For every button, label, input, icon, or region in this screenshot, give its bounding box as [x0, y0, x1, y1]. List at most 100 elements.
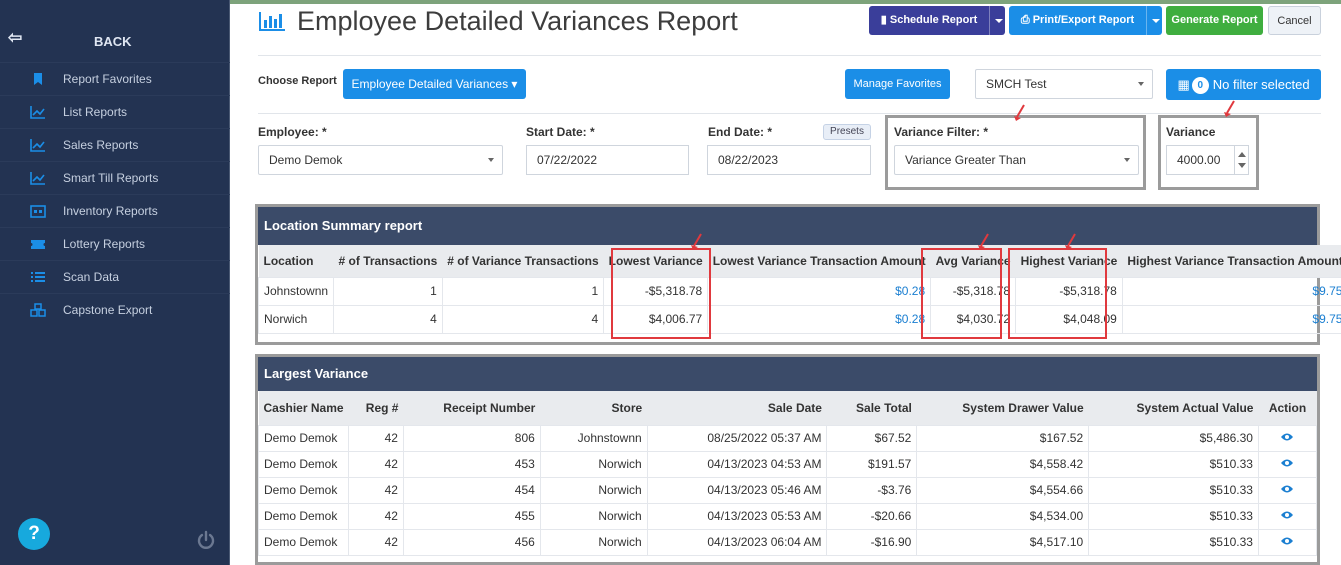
eye-icon[interactable]	[1280, 510, 1294, 520]
store-select-value: SMCH Test	[986, 77, 1047, 91]
manage-favorites-button[interactable]: Manage Favorites	[845, 69, 950, 99]
table-cell: -$20.66	[826, 502, 918, 530]
table-cell: $510.33	[1088, 450, 1259, 478]
filter-label: No filter selected	[1212, 77, 1310, 92]
chevron-down-icon	[488, 158, 494, 162]
view-action[interactable]	[1257, 450, 1318, 478]
end-date-input[interactable]: 08/22/2023	[707, 145, 871, 175]
amount-link[interactable]: $9.75	[1121, 276, 1341, 306]
table-cell: 04/13/2023 05:53 AM	[646, 502, 828, 530]
sidebar-item-lottery-reports[interactable]: Lottery Reports	[0, 227, 230, 260]
filter-count-badge: 0	[1191, 77, 1209, 94]
amount-link[interactable]: $9.75	[1121, 304, 1341, 334]
bar-chart-icon	[258, 10, 286, 32]
top-accent-strip	[230, 0, 1341, 4]
sidebar-item-scan-data[interactable]: Scan Data	[0, 260, 230, 293]
table-cell: 42	[348, 476, 404, 504]
start-date-input[interactable]: 07/22/2022	[526, 145, 689, 175]
column-header: Location	[258, 245, 334, 277]
table-cell: 04/13/2023 05:46 AM	[646, 476, 828, 504]
table-row: Demo Demok 42 806 Johnstownn 08/25/2022 05:3…	[257, 424, 1318, 452]
store-select[interactable]: SMCH Test	[975, 69, 1153, 99]
table-cell: 454	[402, 476, 541, 504]
eye-icon[interactable]	[1280, 432, 1294, 442]
choose-report-label: Choose Report	[258, 75, 337, 87]
table-row: Johnstownn 1 1 -$5,318.78 $0.28 -$5,318.78 -$5…	[257, 276, 1341, 306]
list-icon	[30, 270, 46, 284]
view-action[interactable]	[1257, 528, 1318, 556]
sidebar-item-smart-till-reports[interactable]: Smart Till Reports	[0, 161, 230, 194]
print-export-button[interactable]: ⎙ Print/Export Report	[1009, 6, 1162, 35]
table-cell: $4,517.10	[916, 528, 1090, 556]
table-cell: $4,534.00	[916, 502, 1090, 530]
employee-select-value: Demo Demok	[269, 153, 343, 167]
variance-filter-label: Variance Filter: *	[894, 125, 989, 139]
eye-icon[interactable]	[1280, 484, 1294, 494]
generate-report-button[interactable]: Generate Report	[1166, 6, 1263, 35]
column-header: # of Transactions	[333, 245, 443, 277]
cubes-icon	[30, 303, 46, 317]
sidebar-item-inventory-reports[interactable]: Inventory Reports	[0, 194, 230, 227]
schedule-dropdown-icon[interactable]	[989, 6, 1005, 35]
column-header: Store	[540, 391, 648, 425]
table-cell: $5,486.30	[1088, 424, 1259, 452]
sidebar-item-capstone-export[interactable]: Capstone Export	[0, 293, 230, 326]
sidebar-nav: Report Favorites List Reports Sales Report…	[0, 62, 230, 326]
variance-filter-select[interactable]: Variance Greater Than	[894, 145, 1139, 175]
cancel-button[interactable]: Cancel	[1268, 6, 1321, 35]
eye-icon[interactable]	[1280, 458, 1294, 468]
sidebar-item-label: Report Favorites	[63, 72, 152, 86]
view-action[interactable]	[1257, 502, 1318, 530]
table-cell: $510.33	[1088, 528, 1259, 556]
print-dropdown-icon[interactable]	[1146, 6, 1162, 35]
annotation-arrow-icon	[691, 233, 702, 250]
table-cell: $167.52	[916, 424, 1090, 452]
eye-icon[interactable]	[1280, 536, 1294, 546]
choose-report-dropdown[interactable]: Employee Detailed Variances ▾	[343, 69, 526, 99]
variance-filter-value: Variance Greater Than	[905, 153, 1026, 167]
help-icon[interactable]: ?	[18, 518, 50, 550]
table-cell: 04/13/2023 06:04 AM	[646, 528, 828, 556]
sidebar-item-sales-reports[interactable]: Sales Reports	[0, 128, 230, 161]
column-header: Receipt Number	[403, 391, 541, 425]
presets-button[interactable]: Presets	[823, 124, 871, 140]
amount-link[interactable]: $0.28	[707, 276, 932, 306]
schedule-report-button[interactable]: ▮ Schedule Report	[869, 6, 1005, 35]
column-header: Sale Date	[647, 391, 827, 425]
table-cell: 4	[333, 304, 443, 334]
sidebar-item-report-favorites[interactable]: Report Favorites	[0, 62, 230, 95]
view-action[interactable]	[1257, 424, 1318, 452]
table-cell: 1	[333, 276, 443, 306]
largest-variance-table: Cashier Name Reg # Receipt Number Store Sale…	[257, 391, 1318, 556]
column-header: Lowest Variance Transaction Amount	[707, 245, 931, 277]
table-cell: 806	[402, 424, 541, 452]
annotation-arrow-icon	[1224, 100, 1235, 117]
table-row: Demo Demok 42 454 Norwich 04/13/2023 05:46 A…	[257, 476, 1318, 504]
variance-stepper[interactable]	[1234, 145, 1248, 175]
back-arrow-icon: ⇦	[8, 28, 23, 47]
variance-label: Variance	[1166, 125, 1216, 139]
table-row: Demo Demok 42 456 Norwich 04/13/2023 06:04 A…	[257, 528, 1318, 556]
table-cell: Johnstownn	[539, 424, 648, 452]
end-date-label: End Date: *	[708, 125, 773, 139]
filter-button[interactable]: ▦ 0 No filter selected	[1166, 69, 1321, 100]
amount-link[interactable]: $0.28	[707, 304, 932, 334]
ticket-icon	[30, 237, 46, 251]
line-chart-icon	[30, 105, 46, 119]
table-cell: Norwich	[539, 528, 648, 556]
print-export-label: Print/Export Report	[1032, 14, 1135, 26]
line-chart-icon	[30, 138, 46, 152]
view-action[interactable]	[1257, 476, 1318, 504]
sidebar-item-list-reports[interactable]: List Reports	[0, 95, 230, 128]
column-header: Reg #	[348, 391, 404, 425]
sidebar-item-label: Sales Reports	[63, 138, 139, 152]
power-icon[interactable]	[196, 530, 216, 550]
employee-select[interactable]: Demo Demok	[258, 145, 503, 175]
table-cell: Demo Demok	[257, 450, 350, 478]
back-button[interactable]: ⇦ BACK	[0, 22, 230, 60]
back-label: BACK	[94, 34, 132, 49]
bookmark-icon	[30, 72, 46, 86]
divider	[258, 55, 1321, 56]
highlight-avg-variance	[921, 248, 1002, 339]
column-header: Action	[1258, 391, 1317, 425]
